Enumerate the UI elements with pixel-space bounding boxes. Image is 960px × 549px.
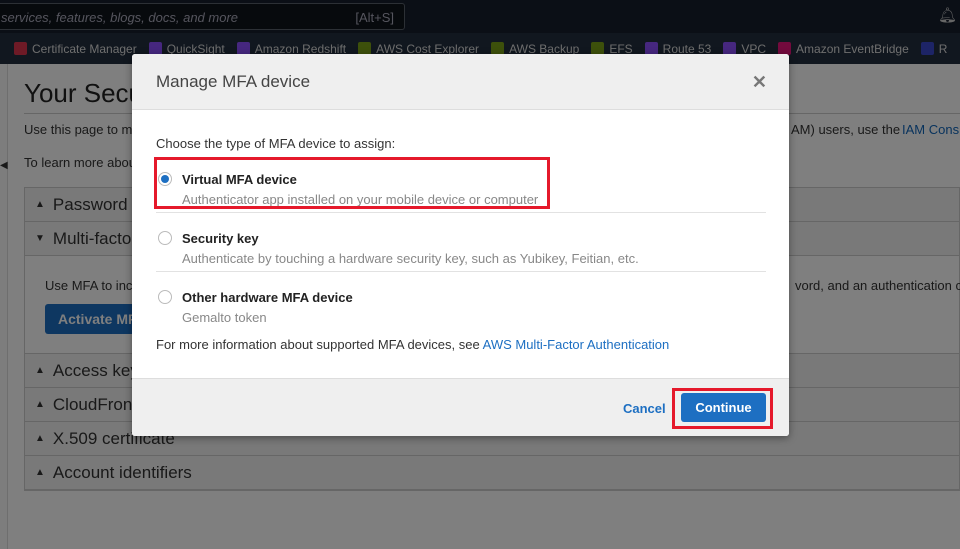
close-icon[interactable]: ✕ [752,72,767,93]
option-description: Gemalto token [182,310,267,325]
info-text: For more information about supported MFA… [156,337,669,352]
option-label: Other hardware MFA device [182,290,353,305]
radio-unselected[interactable] [158,231,172,245]
option-hardware-mfa[interactable]: Other hardware MFA device Gemalto token [156,280,766,330]
manage-mfa-dialog: Manage MFA device ✕ Choose the type of M… [132,54,789,436]
dialog-prompt: Choose the type of MFA device to assign: [156,136,396,151]
mfa-docs-link[interactable]: AWS Multi-Factor Authentication [483,337,670,352]
dialog-title: Manage MFA device [156,72,311,91]
divider [156,212,766,213]
radio-unselected[interactable] [158,290,172,304]
divider [156,271,766,272]
option-description: Authenticate by touching a hardware secu… [182,251,639,266]
dialog-header: Manage MFA device ✕ [132,54,789,110]
option-security-key[interactable]: Security key Authenticate by touching a … [156,221,766,271]
highlight-box [154,157,550,209]
info-label: For more information about supported MFA… [156,337,483,352]
highlight-box [672,388,773,429]
cancel-button[interactable]: Cancel [623,401,666,416]
option-label: Security key [182,231,259,246]
dialog-footer: Cancel Continue [132,378,789,436]
